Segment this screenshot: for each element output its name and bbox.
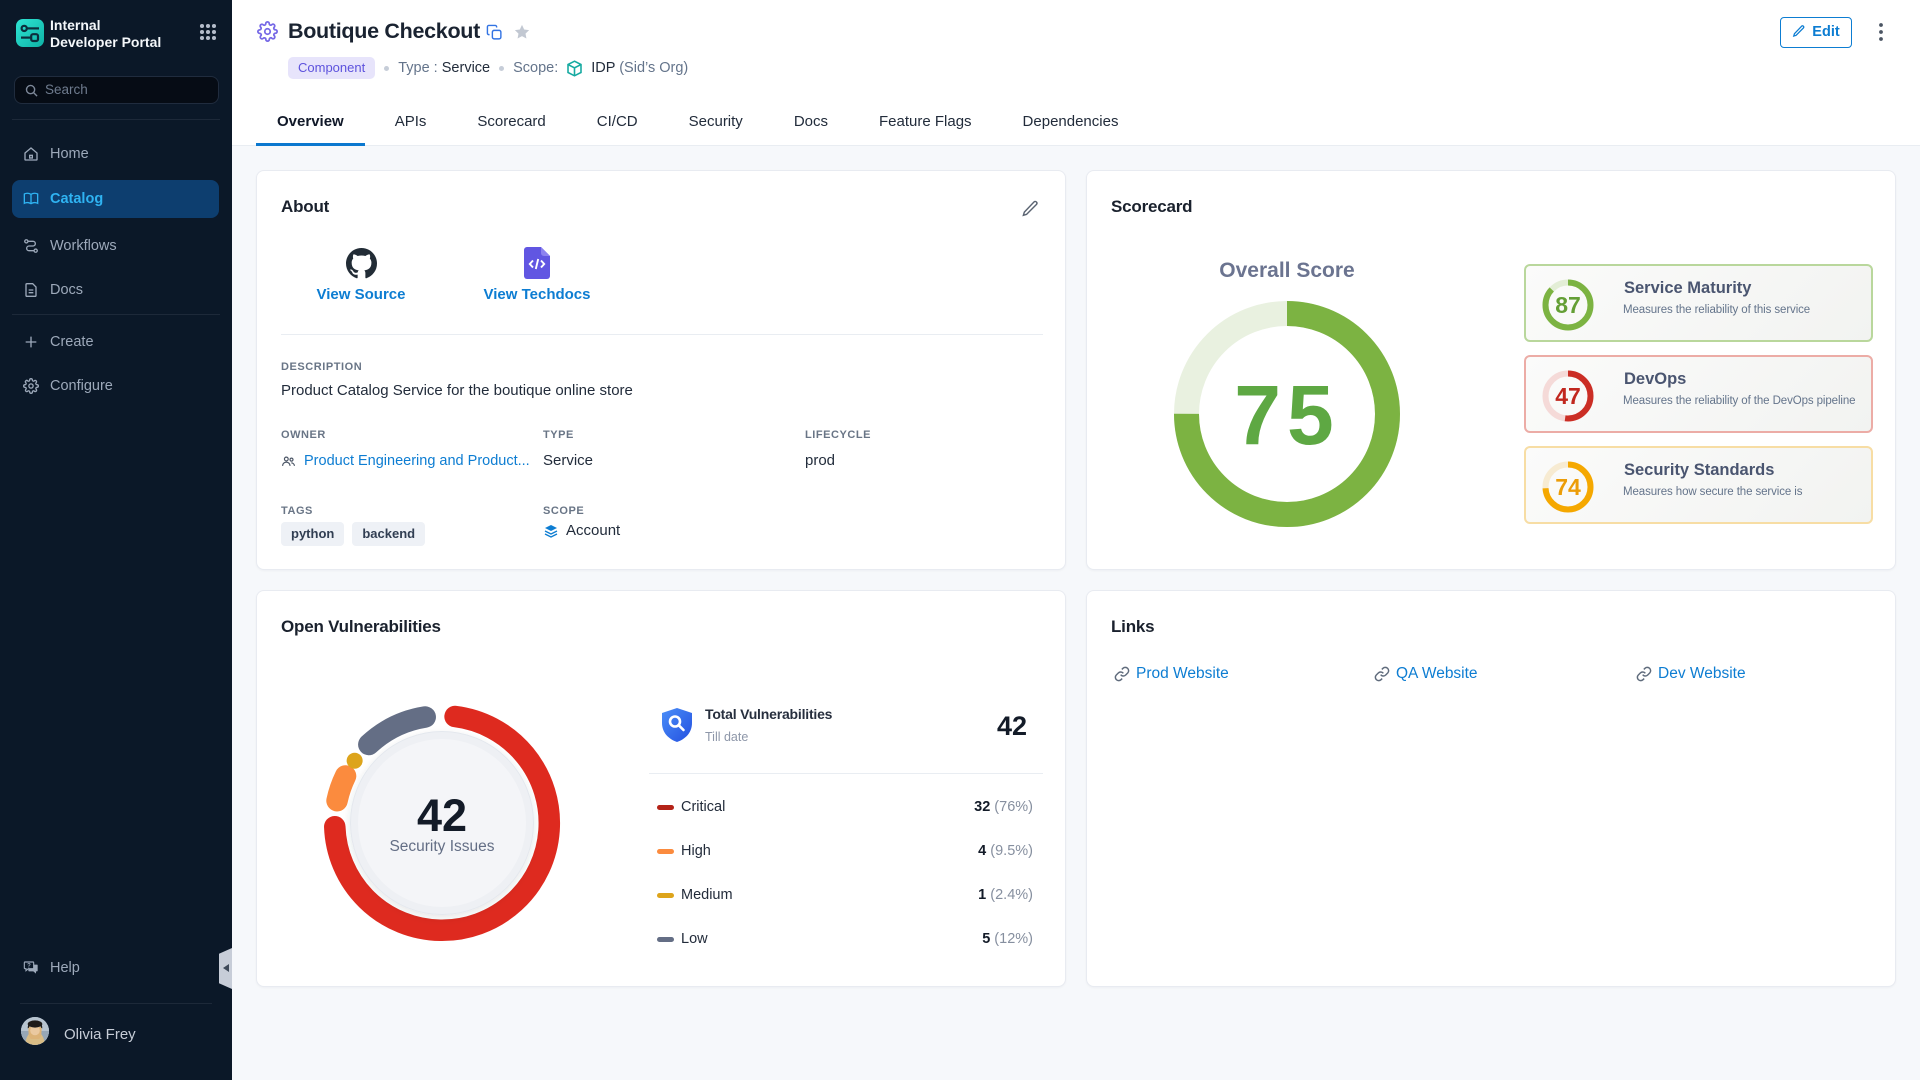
svg-text:?: ? (27, 964, 31, 970)
